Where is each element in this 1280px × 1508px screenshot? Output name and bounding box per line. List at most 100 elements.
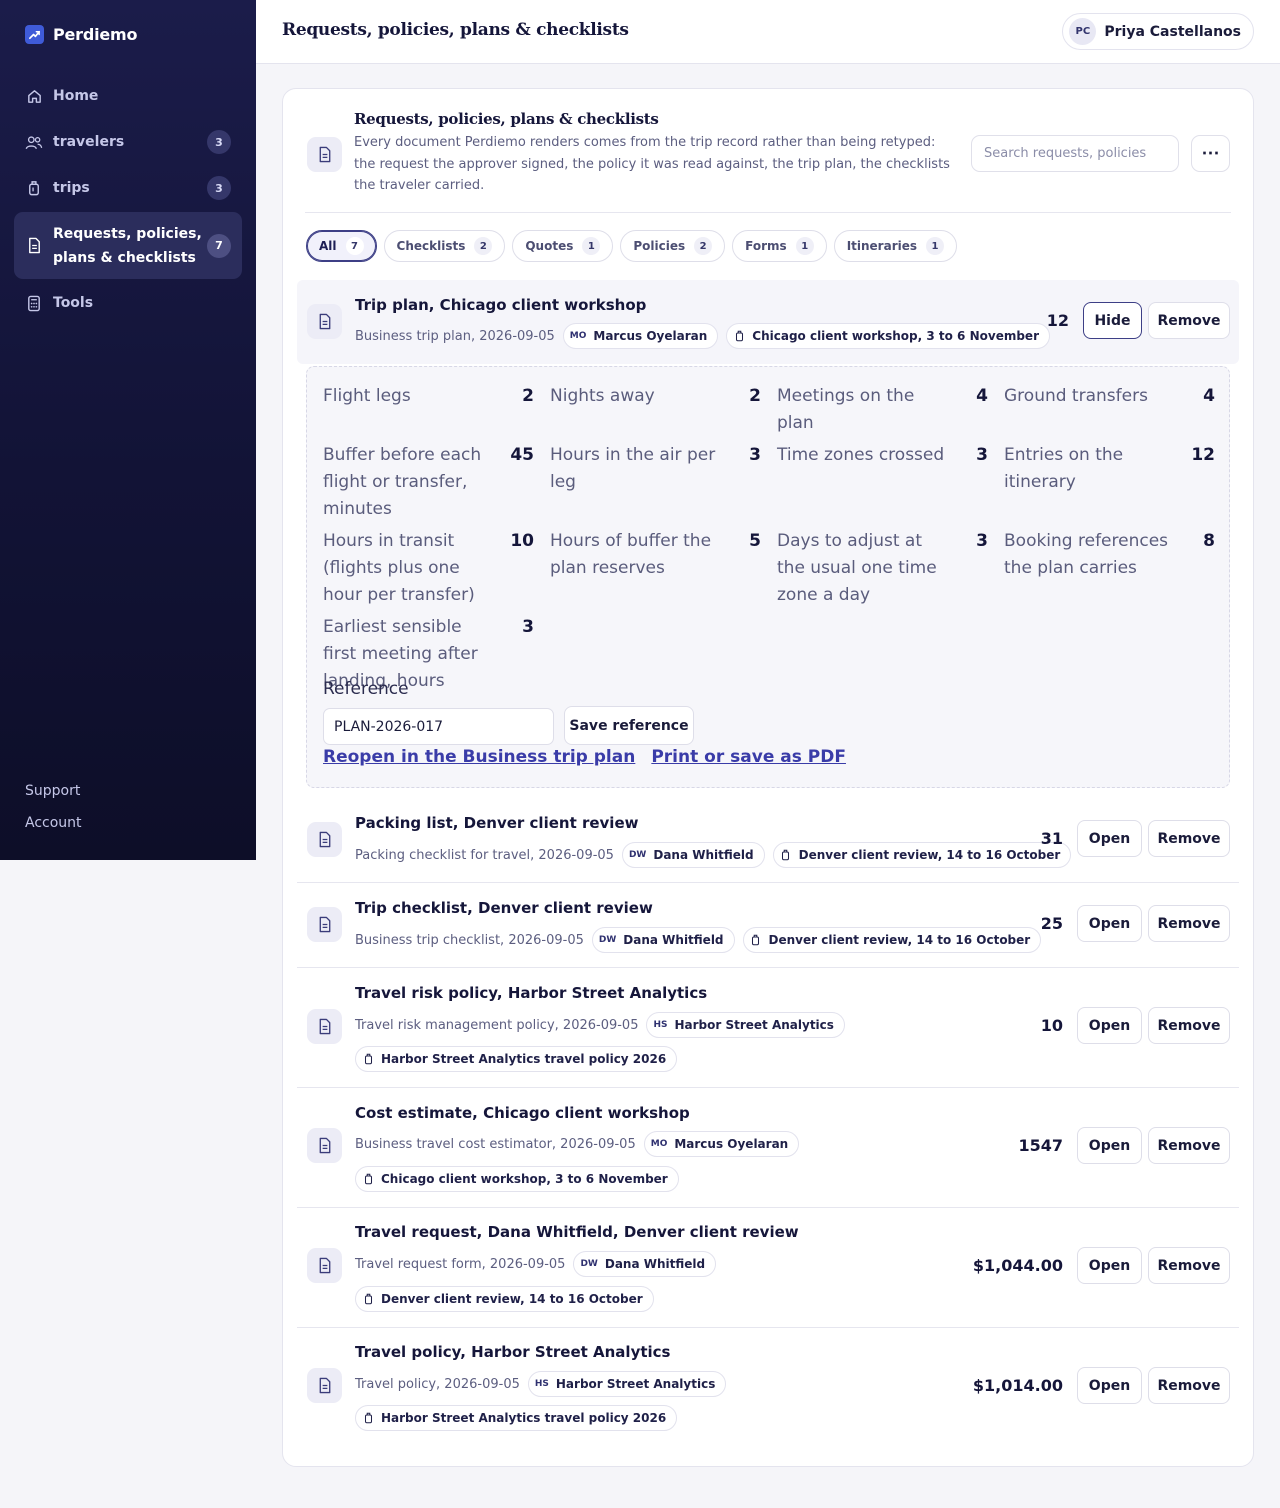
trip-chip[interactable]: Chicago client workshop, 3 to 6 November xyxy=(355,1166,679,1192)
filter-label: Itineraries xyxy=(846,239,918,253)
list-item: Travel risk policy, Harbor Street Analyt… xyxy=(297,969,1239,1088)
user-menu[interactable]: PC Priya Castellanos xyxy=(1062,13,1254,50)
remove-button[interactable]: Remove xyxy=(1148,1007,1230,1044)
stat-item: Nights away 2 xyxy=(550,383,777,437)
reopen-plan-link[interactable]: Reopen in the Business trip plan xyxy=(323,747,635,767)
document-icon xyxy=(307,1248,342,1283)
row-subtitle: Travel request form, 2026-09-05 xyxy=(355,1256,566,1272)
trip-name: Chicago client workshop, 3 to 6 November xyxy=(381,1172,668,1186)
open-button[interactable]: Open xyxy=(1077,1367,1142,1404)
sidebar-item-label: Requests, policies, plans & checklists xyxy=(53,225,202,266)
save-reference-button[interactable]: Save reference xyxy=(564,706,694,745)
row-meta: Travel risk management policy, 2026-09-0… xyxy=(355,1012,845,1038)
sidebar-footer: Support Account xyxy=(25,783,82,847)
open-button[interactable]: Open xyxy=(1077,820,1142,857)
row-title: Cost estimate, Chicago client workshop xyxy=(355,1104,690,1122)
luggage-icon xyxy=(733,329,745,343)
person-chip[interactable]: MO Marcus Oyelaran xyxy=(562,323,719,349)
person-chip[interactable]: MO Marcus Oyelaran xyxy=(643,1131,800,1157)
remove-button[interactable]: Remove xyxy=(1148,1247,1230,1284)
count-badge: 3 xyxy=(207,130,231,154)
row-subtitle: Travel risk management policy, 2026-09-0… xyxy=(355,1017,639,1033)
open-button[interactable]: Open xyxy=(1077,1127,1142,1164)
trip-chip[interactable]: Chicago client workshop, 3 to 6 November xyxy=(726,323,1050,349)
filter-policies[interactable]: Policies 2 xyxy=(620,230,726,262)
person-chip[interactable]: DW Dana Whitfield xyxy=(621,842,765,868)
filter-all[interactable]: All 7 xyxy=(306,230,377,262)
stat-label: Days to adjust at the usual one time zon… xyxy=(777,531,937,605)
stat-value: 3 xyxy=(522,617,534,637)
stats-grid: Flight legs 2 Nights away 2 Meetings on th… xyxy=(323,383,1215,700)
sidebar-item-tools[interactable]: Tools xyxy=(14,281,242,325)
stat-value: 3 xyxy=(976,531,988,551)
brand[interactable]: Perdiemo xyxy=(25,25,138,44)
open-button[interactable]: Open xyxy=(1077,1247,1142,1284)
list-item: Travel request, Dana Whitfield, Denver c… xyxy=(297,1209,1239,1328)
logo-icon xyxy=(25,25,44,44)
remove-button[interactable]: Remove xyxy=(1148,1127,1230,1164)
reference-input[interactable] xyxy=(323,708,554,745)
filter-label: Checklists xyxy=(396,239,466,253)
filter-count: 1 xyxy=(926,237,945,255)
person-chip[interactable]: HS Harbor Street Analytics xyxy=(646,1012,845,1038)
filter-count: 1 xyxy=(582,237,601,255)
documents-card: Requests, policies, plans & checklists E… xyxy=(282,88,1254,1467)
filter-forms[interactable]: Forms 1 xyxy=(732,230,827,262)
person-initials: MO xyxy=(569,331,587,341)
row-value: 1547 xyxy=(1018,1136,1063,1155)
account-link[interactable]: Account xyxy=(25,815,82,831)
hide-button[interactable]: Hide xyxy=(1083,302,1142,339)
stat-value: 45 xyxy=(510,445,534,465)
remove-button[interactable]: Remove xyxy=(1148,820,1230,857)
print-pdf-link[interactable]: Print or save as PDF xyxy=(651,747,846,767)
sidebar-item-documents[interactable]: Requests, policies, plans & checklists 7 xyxy=(14,212,242,279)
stat-value: 4 xyxy=(1203,386,1215,406)
card-title: Requests, policies, plans & checklists xyxy=(354,110,659,128)
remove-button[interactable]: Remove xyxy=(1148,302,1230,339)
remove-button[interactable]: Remove xyxy=(1148,1367,1230,1404)
trip-chip[interactable]: Denver client review, 14 to 16 October xyxy=(355,1286,654,1312)
filter-label: Policies xyxy=(633,239,686,253)
support-link[interactable]: Support xyxy=(25,783,82,799)
row-value: 10 xyxy=(1040,1016,1063,1035)
filter-count: 2 xyxy=(474,237,493,255)
count-badge: 7 xyxy=(207,233,231,258)
more-options-button[interactable]: ⋯ xyxy=(1191,135,1230,172)
remove-button[interactable]: Remove xyxy=(1148,905,1230,942)
row-meta-secondary: Harbor Street Analytics travel policy 20… xyxy=(355,1405,678,1431)
open-button[interactable]: Open xyxy=(1077,1007,1142,1044)
trip-chip[interactable]: Denver client review, 14 to 16 October xyxy=(772,842,1072,868)
stat-item: Hours in transit (flights plus one hour … xyxy=(323,528,550,609)
filter-itineraries[interactable]: Itineraries 1 xyxy=(833,230,958,262)
trip-chip[interactable]: Harbor Street Analytics travel policy 20… xyxy=(355,1046,678,1072)
filter-quotes[interactable]: Quotes 1 xyxy=(512,230,614,262)
open-button[interactable]: Open xyxy=(1077,905,1142,942)
sidebar-item-label: trips xyxy=(53,180,90,196)
search-input[interactable] xyxy=(971,135,1179,172)
stat-value: 4 xyxy=(976,386,988,406)
row-title: Trip plan, Chicago client workshop xyxy=(355,296,647,314)
trip-chip[interactable]: Harbor Street Analytics travel policy 20… xyxy=(355,1405,678,1431)
person-chip[interactable]: HS Harbor Street Analytics xyxy=(527,1371,727,1397)
filter-tabs: All 7 Checklists 2 Quotes 1 Policies 2 Forms… xyxy=(306,230,958,262)
stat-label: Time zones crossed xyxy=(777,445,945,465)
users-icon xyxy=(25,133,43,151)
stat-item: Meetings on the plan 4 xyxy=(777,383,1004,437)
row-meta: Travel policy, 2026-09-05 HS Harbor Stree… xyxy=(355,1371,727,1397)
sidebar-item-trips[interactable]: trips 3 xyxy=(14,166,242,210)
sidebar-item-home[interactable]: Home xyxy=(14,74,242,118)
document-icon xyxy=(307,304,342,339)
stat-label: Meetings on the plan xyxy=(777,386,915,433)
row-subtitle: Business trip checklist, 2026-09-05 xyxy=(355,932,584,948)
stat-value: 3 xyxy=(976,445,988,465)
filter-checklists[interactable]: Checklists 2 xyxy=(383,230,506,262)
person-chip[interactable]: DW Dana Whitfield xyxy=(573,1251,717,1277)
sidebar-item-travelers[interactable]: travelers 3 xyxy=(14,120,242,164)
row-meta-secondary: Harbor Street Analytics travel policy 20… xyxy=(355,1046,678,1072)
person-chip[interactable]: DW Dana Whitfield xyxy=(591,927,735,953)
trip-chip[interactable]: Denver client review, 14 to 16 October xyxy=(742,927,1042,953)
page-title: Requests, policies, plans & checklists xyxy=(282,20,629,40)
trip-name: Harbor Street Analytics travel policy 20… xyxy=(381,1052,667,1066)
luggage-icon xyxy=(25,179,43,197)
brand-name: Perdiemo xyxy=(53,25,138,44)
